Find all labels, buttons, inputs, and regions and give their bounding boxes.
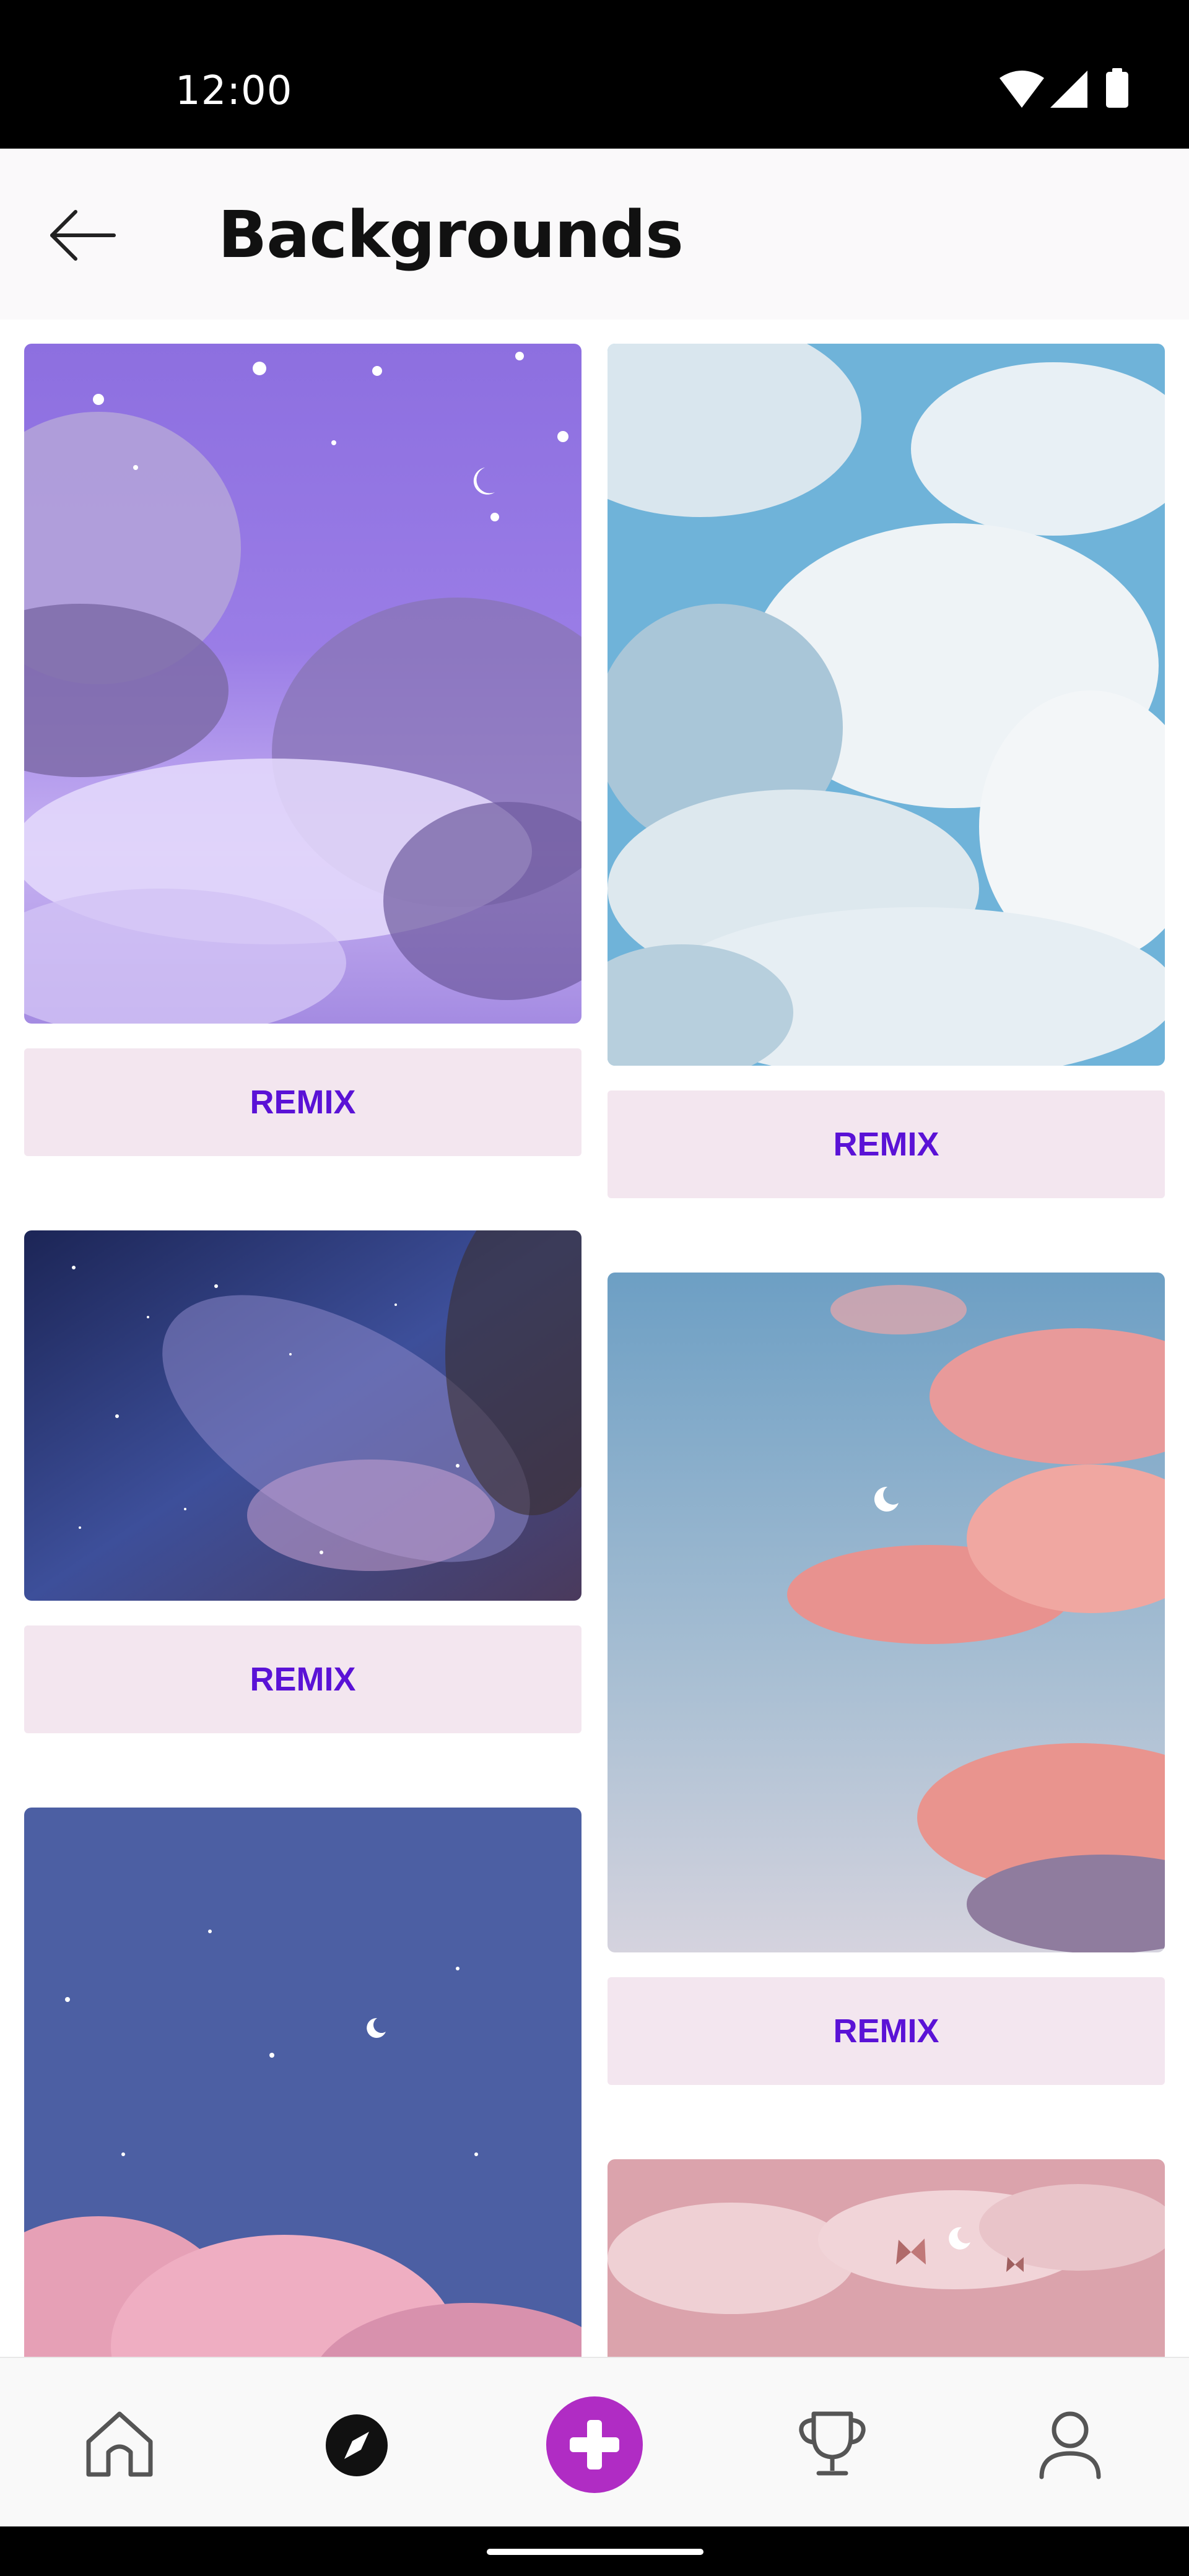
background-thumbnail-blue-clouds[interactable] [608, 344, 1165, 1066]
background-thumbnail-pink-clouds[interactable] [608, 1273, 1165, 1952]
status-time: 12:00 [175, 68, 293, 114]
background-grid: REMIX REMIX REMIX REMIX [0, 320, 1189, 2357]
home-gesture-handle[interactable] [487, 2549, 703, 2555]
nav-profile[interactable] [993, 2358, 1148, 2528]
home-icon [86, 2411, 153, 2477]
remix-button[interactable]: REMIX [608, 1090, 1165, 1198]
background-thumbnail-night-clouds[interactable] [24, 1808, 581, 2357]
explore-icon [326, 2414, 388, 2476]
status-bar: 12:00 [0, 0, 1189, 149]
status-icons [997, 67, 1139, 116]
bottom-nav [0, 2357, 1189, 2528]
app-bar: Backgrounds [0, 149, 1189, 320]
back-button[interactable] [43, 204, 124, 266]
remix-button[interactable]: REMIX [24, 1625, 581, 1733]
background-thumbnail-pink-butterflies[interactable] [608, 2159, 1165, 2357]
nav-explore[interactable] [279, 2358, 434, 2528]
trophy-icon [799, 2411, 866, 2476]
system-gesture-bar [0, 2526, 1189, 2576]
page-title: Backgrounds [218, 197, 684, 272]
profile-icon [1039, 2411, 1101, 2479]
create-icon [546, 2396, 643, 2493]
background-thumbnail-galaxy[interactable] [24, 1230, 581, 1601]
signal-icon [1050, 71, 1087, 108]
background-thumbnail-purple-clouds[interactable] [24, 344, 581, 1024]
battery-icon [1106, 68, 1128, 108]
remix-button[interactable]: REMIX [608, 1977, 1165, 2085]
nav-home[interactable] [41, 2358, 196, 2528]
nav-challenges[interactable] [755, 2358, 910, 2528]
wifi-icon [1000, 71, 1044, 108]
arrow-left-icon [50, 210, 116, 261]
nav-create[interactable] [517, 2358, 672, 2528]
remix-button[interactable]: REMIX [24, 1048, 581, 1156]
